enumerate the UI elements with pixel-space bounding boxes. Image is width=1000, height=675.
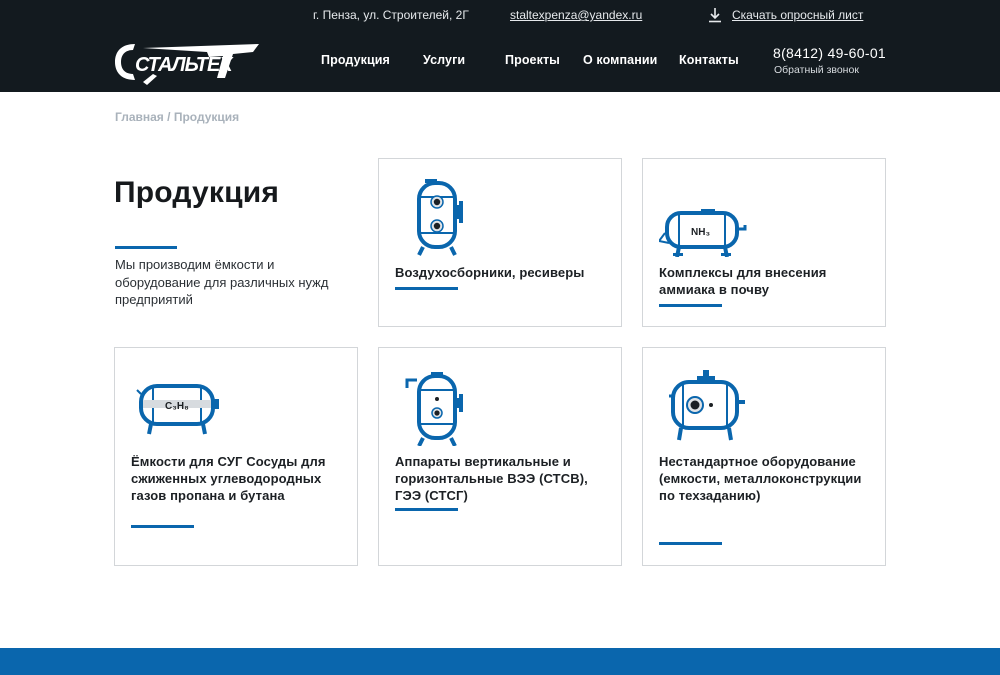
company-address: г. Пенза, ул. Строителей, 2Г — [313, 8, 469, 22]
breadcrumb-current: Продукция — [173, 110, 240, 124]
product-card-receivers[interactable]: Воздухосборники, ресиверы — [378, 158, 622, 327]
email-link[interactable]: staltexpenza@yandex.ru — [510, 8, 642, 22]
vertical-tank-icon — [417, 179, 463, 256]
product-card-label: Аппараты вертикальные и горизонтальные В… — [395, 454, 588, 503]
svg-text:NH₃: NH₃ — [691, 227, 710, 238]
card-underline — [659, 542, 722, 545]
product-card-label: Нестандартное оборудование (емкости, мет… — [659, 454, 862, 503]
product-card-lpg[interactable]: C₃H₈ Ёмкости для СУГ Сосуды для сжиженны… — [114, 347, 358, 566]
nav-item-projects[interactable]: Проекты — [505, 53, 560, 67]
download-label: Скачать опросный лист — [732, 8, 864, 22]
breadcrumb: Главная / Продукция — [115, 110, 239, 124]
footer-bar — [0, 648, 1000, 675]
card-underline — [659, 304, 722, 307]
phone-number[interactable]: 8(8412) 49-60-01 — [773, 45, 886, 61]
product-card-apparatus[interactable]: Аппараты вертикальные и горизонтальные В… — [378, 347, 622, 566]
intro-description: Мы производим ёмкости и оборудование для… — [115, 257, 329, 307]
callback-link[interactable]: Обратный звонок — [774, 64, 859, 76]
product-card-ammonia[interactable]: NH₃ Комплексы для внесения аммиака в поч… — [642, 158, 886, 327]
nav-item-about[interactable]: О компании — [583, 53, 657, 67]
product-card-custom[interactable]: Нестандартное оборудование (емкости, мет… — [642, 347, 886, 566]
svg-text:C₃H₈: C₃H₈ — [165, 401, 189, 412]
breadcrumb-separator: / — [163, 110, 174, 124]
svg-text:СТАЛЬТЕХ: СТАЛЬТЕХ — [135, 54, 234, 76]
nav-item-products[interactable]: Продукция — [321, 53, 390, 67]
vertical-apparatus-icon — [405, 372, 463, 446]
site-header: г. Пенза, ул. Строителей, 2Г staltexpenz… — [0, 0, 1000, 92]
title-underline — [115, 246, 177, 249]
product-card-label: Ёмкости для СУГ Сосуды для сжиженных угл… — [131, 454, 326, 503]
product-card-label: Воздухосборники, ресиверы — [395, 265, 585, 280]
card-underline — [395, 287, 458, 290]
page-title: Продукция — [114, 176, 280, 209]
ammonia-tank-icon: NH₃ — [659, 209, 747, 257]
card-underline — [131, 525, 194, 528]
download-questionnaire-link[interactable]: Скачать опросный лист — [708, 7, 863, 23]
card-underline — [395, 508, 458, 511]
header-topbar: г. Пенза, ул. Строителей, 2Г staltexpenz… — [0, 7, 1000, 25]
breadcrumb-home[interactable]: Главная — [115, 110, 164, 124]
logo[interactable]: СТАЛЬТЕХ — [113, 38, 261, 86]
nav-item-services[interactable]: Услуги — [423, 53, 465, 67]
product-card-label: Комплексы для внесения аммиака в почву — [659, 265, 827, 297]
custom-tank-icon — [669, 370, 745, 441]
download-icon — [709, 8, 721, 23]
nav-item-contacts[interactable]: Контакты — [679, 53, 739, 67]
lpg-tank-icon: C₃H₈ — [136, 384, 219, 435]
